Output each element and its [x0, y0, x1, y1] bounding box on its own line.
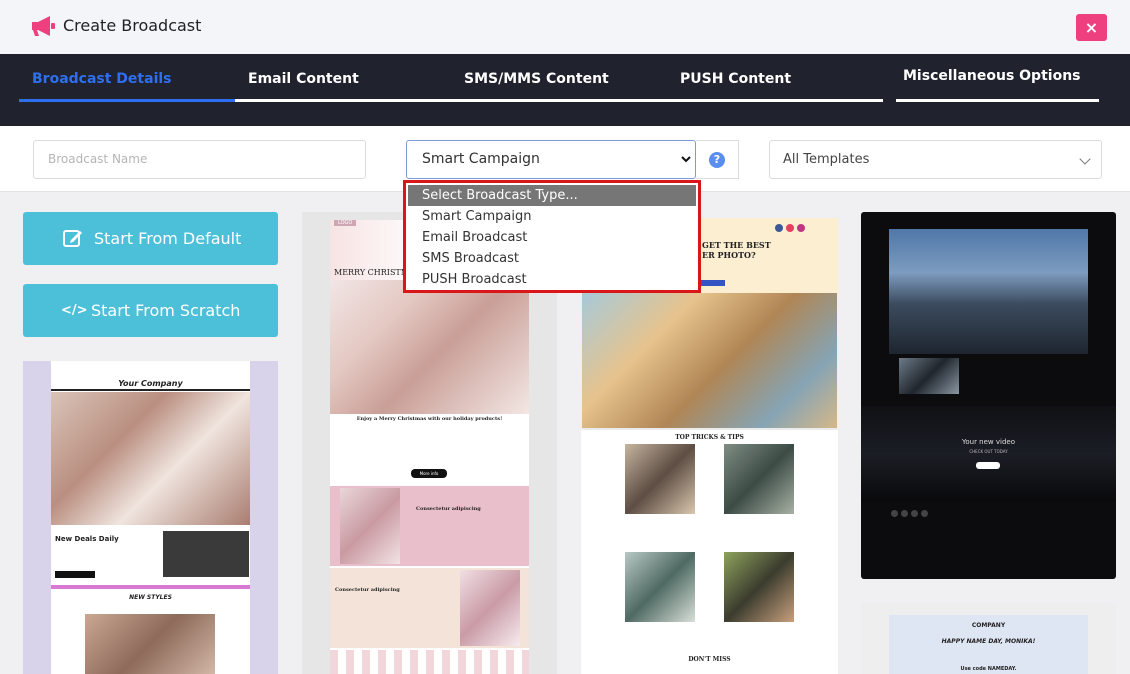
facebook-icon: [775, 224, 783, 232]
broadcast-type-value: Smart Campaign: [422, 151, 540, 167]
template-styles-title: NEW STYLES: [129, 594, 172, 601]
template-headline: MERRY CHRISTM: [334, 268, 409, 277]
dropdown-option-sms-broadcast[interactable]: SMS Broadcast: [408, 248, 696, 269]
page-title: Create Broadcast: [63, 16, 202, 35]
start-from-scratch-label: Start From Scratch: [91, 301, 241, 320]
template-video-section: [861, 406, 1116, 502]
dropdown-option-smart-campaign[interactable]: Smart Campaign: [408, 206, 696, 227]
template-section-title: Consectetur adipiscing: [416, 506, 481, 512]
tab-underline: [896, 99, 1099, 102]
template-greeting: HAPPY NAME DAY, MONIKA!: [941, 638, 1036, 645]
edit-icon: [63, 230, 82, 247]
tab-underline: [235, 99, 451, 102]
template-photo: [340, 488, 400, 564]
template-photo: [582, 293, 837, 428]
template-photo: [163, 531, 249, 577]
start-from-scratch-button[interactable]: </> Start From Scratch: [23, 284, 278, 337]
template-photo: [724, 444, 794, 514]
template-footer-pattern: [330, 650, 529, 674]
template-photo: [889, 229, 1088, 354]
app-header: Create Broadcast ×: [0, 0, 1130, 54]
template-video-title: Your new video: [962, 438, 1015, 446]
chevron-down-icon: [1079, 153, 1091, 165]
tab-underline: [451, 99, 667, 102]
template-card-nameday[interactable]: COMPANY HAPPY NAME DAY, MONIKA! Use code…: [861, 603, 1116, 674]
broadcast-type-select[interactable]: Smart Campaign: [406, 140, 696, 179]
code-icon: </>: [61, 303, 88, 318]
template-section-title: DON'T MISS: [688, 656, 731, 663]
template-divider: [51, 585, 250, 589]
tab-underline-active: [19, 99, 235, 102]
template-code: Use code NAMEDAY.: [960, 666, 1017, 672]
template-company: COMPANY: [971, 622, 1006, 629]
broadcast-name-input[interactable]: Broadcast Name: [33, 140, 366, 179]
tab-underline: [667, 99, 883, 102]
tab-bar: Broadcast Details Email Content SMS/MMS …: [0, 54, 1130, 126]
template-section-title: Consectetur adipiscing: [335, 587, 400, 593]
tab-sms-mms-content[interactable]: SMS/MMS Content: [464, 71, 609, 87]
tab-push-content[interactable]: PUSH Content: [680, 71, 791, 87]
template-logo: LOGO: [334, 220, 357, 226]
dropdown-option-push-broadcast[interactable]: PUSH Broadcast: [408, 269, 696, 290]
close-button[interactable]: ×: [1076, 14, 1107, 41]
tab-miscellaneous-options[interactable]: Miscellaneous Options: [903, 68, 1081, 84]
template-photo: [85, 614, 215, 674]
social-icon: [911, 510, 918, 517]
template-subhead: Enjoy a Merry Christmas with our holiday…: [356, 416, 503, 422]
template-button: [55, 571, 95, 578]
template-headline: ER PHOTO?: [702, 250, 756, 260]
template-photo: [724, 552, 794, 622]
social-icon: [901, 510, 908, 517]
template-button: [699, 280, 725, 286]
template-photo: [625, 552, 695, 622]
dropdown-option-placeholder[interactable]: Select Broadcast Type...: [408, 185, 696, 206]
social-icon: [921, 510, 928, 517]
template-photo: [330, 280, 529, 414]
youtube-icon: [786, 224, 794, 232]
template-photo: [625, 444, 695, 514]
tab-email-content[interactable]: Email Content: [248, 71, 359, 87]
start-from-default-label: Start From Default: [94, 229, 242, 248]
templates-filter-select[interactable]: All Templates: [769, 140, 1102, 179]
template-deals-title: New Deals Daily: [55, 535, 119, 543]
template-body: [581, 430, 838, 674]
template-photo: [460, 570, 520, 646]
instagram-icon: [797, 224, 805, 232]
template-headline: GET THE BEST: [702, 240, 771, 250]
template-photo: [899, 358, 959, 394]
templates-filter-value: All Templates: [783, 152, 870, 167]
help-button[interactable]: ?: [696, 140, 739, 179]
tab-broadcast-details[interactable]: Broadcast Details: [32, 71, 172, 87]
template-more-button: More info: [411, 469, 447, 478]
template-video-subtitle: CHECK OUT TODAY: [969, 449, 1008, 454]
broadcast-type-dropdown: Select Broadcast Type... Smart Campaign …: [403, 180, 701, 293]
social-icon: [891, 510, 898, 517]
template-button: [976, 462, 1000, 469]
help-icon: ?: [709, 152, 725, 168]
template-card-beauty[interactable]: Your Company New Deals Daily NEW STYLES: [23, 361, 278, 674]
megaphone-icon: [32, 16, 55, 36]
template-company: Your Company: [51, 373, 250, 391]
template-photo: [51, 392, 250, 525]
template-section-title: TOP TRICKS & TIPS: [675, 434, 744, 441]
template-card-car[interactable]: Your new video CHECK OUT TODAY: [861, 212, 1116, 579]
chevron-down-icon: [681, 156, 691, 163]
dropdown-option-email-broadcast[interactable]: Email Broadcast: [408, 227, 696, 248]
start-from-default-button[interactable]: Start From Default: [23, 212, 278, 265]
